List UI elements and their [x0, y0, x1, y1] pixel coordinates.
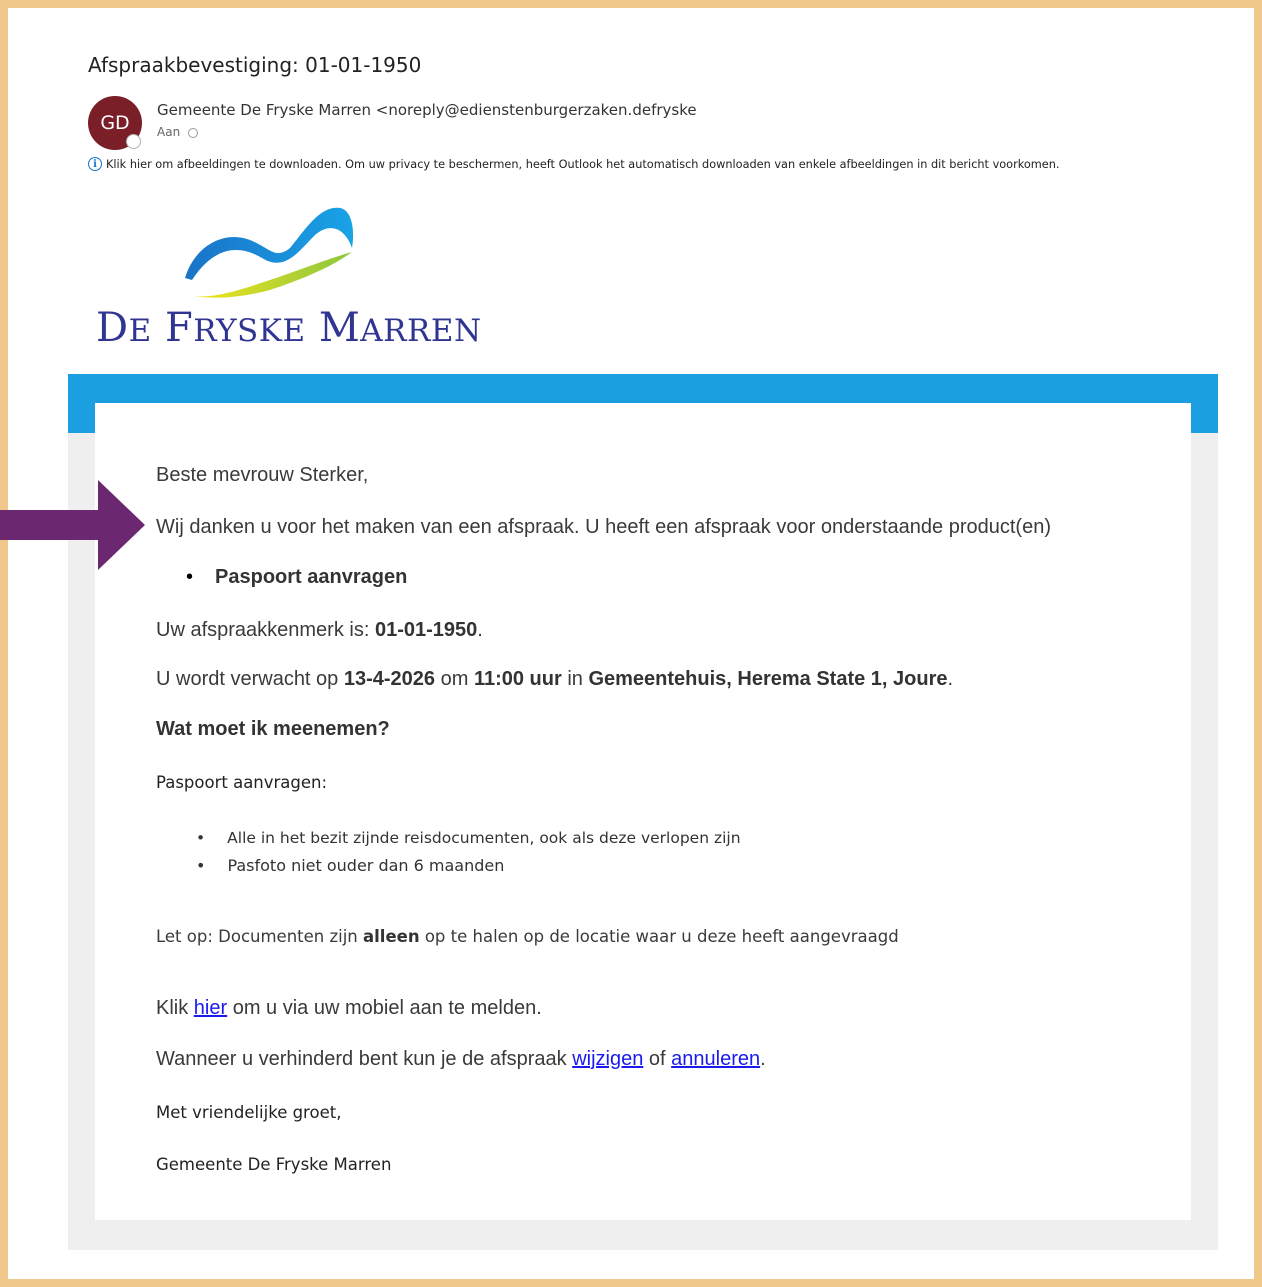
recipient-circle-icon[interactable] — [188, 127, 199, 138]
product-name: Paspoort aanvragen — [215, 566, 408, 588]
bring-subheading: Paspoort aanvragen: — [156, 773, 328, 792]
mobile-text: om u via uw mobiel aan te melden. — [227, 997, 542, 1019]
info-icon: i — [88, 157, 102, 171]
bring-heading-text: Wat moet ik meenemen? — [156, 718, 390, 740]
logo-waves-icon — [185, 207, 354, 298]
purple-arrow-icon — [0, 480, 145, 570]
grey-footer-bar — [68, 1220, 1218, 1250]
bring-item-text: Pasfoto niet ouder dan 6 maanden — [227, 856, 505, 875]
blue-corner-right — [1191, 403, 1218, 433]
logo-wordmark: DE FRYSKE MARREN — [96, 305, 482, 351]
download-images-infobar[interactable]: i Klik hier om afbeeldingen te downloade… — [88, 157, 1060, 171]
logo-letter: E — [128, 313, 152, 349]
change-appointment-link[interactable]: wijzigen — [572, 1048, 643, 1070]
note-text: op te halen op de locatie waar u deze he… — [419, 927, 899, 946]
blue-corner-left — [68, 403, 95, 433]
appointment-line: U wordt verwacht op 13-4-2026 om 11:00 u… — [156, 668, 953, 691]
reference-value: 01-01-1950 — [374, 619, 478, 641]
screenshot-frame — [0, 0, 1262, 1287]
recipient-line: Aan — [157, 125, 199, 139]
avatar-initials: GD — [100, 112, 130, 134]
note-text: Let op: Documenten zijn — [156, 927, 364, 946]
header-blue-bar — [68, 374, 1218, 403]
mobile-checkin-line: Klik hier om u via uw mobiel aan te meld… — [156, 997, 542, 1020]
mobile-text: Klik — [156, 997, 194, 1019]
expected-label: U wordt verwacht op — [156, 668, 344, 690]
appointment-location: Gemeentehuis, Herema State 1, Joure — [588, 668, 948, 690]
email-subject: Afspraakbevestiging: 01-01-1950 — [88, 53, 422, 77]
change-appointment-line: Wanneer u verhinderd bent kun je de afsp… — [156, 1048, 766, 1071]
product-item: • Paspoort aanvragen — [186, 566, 408, 588]
appointment-time: 11:00 uur — [473, 668, 562, 690]
presence-status-icon — [126, 134, 141, 149]
connector-om: om — [435, 668, 474, 690]
bring-item: • Alle in het bezit zijnde reisdocumenten… — [196, 829, 741, 847]
note-emphasis: alleen — [363, 927, 420, 946]
change-text: of — [643, 1048, 672, 1070]
bring-item-text: Alle in het bezit zijnde reisdocumenten,… — [227, 829, 741, 847]
reference-label: Uw afspraakkenmerk is: — [156, 619, 375, 641]
greeting: Beste mevrouw Sterker, — [156, 464, 369, 486]
punctuation: . — [477, 619, 483, 641]
closing: Met vriendelijke groet, — [156, 1103, 342, 1122]
change-text: Wanneer u verhinderd bent kun je de afsp… — [156, 1048, 573, 1070]
signature: Gemeente De Fryske Marren — [156, 1155, 392, 1174]
infobar-text: Klik hier om afbeeldingen te downloaden.… — [106, 157, 1060, 171]
mobile-checkin-link[interactable]: hier — [194, 997, 227, 1019]
logo-letter: RYSKE — [193, 313, 306, 349]
logo-letter: ARREN — [360, 313, 482, 349]
grey-side-right — [1191, 433, 1218, 1220]
appointment-date: 13-4-2026 — [343, 668, 436, 690]
punctuation: . — [947, 668, 954, 690]
punctuation: . — [760, 1048, 766, 1070]
bring-item: • Pasfoto niet ouder dan 6 maanden — [196, 856, 505, 875]
logo-letter: D — [96, 305, 129, 351]
pickup-note: Let op: Documenten zijn alleen op te hal… — [156, 927, 899, 946]
sender-address[interactable]: Gemeente De Fryske Marren <noreply@edien… — [157, 101, 697, 119]
thanks-text: Wij danken u voor het maken van een afsp… — [156, 516, 1051, 538]
connector-in: in — [561, 668, 589, 690]
cancel-appointment-link[interactable]: annuleren — [671, 1048, 760, 1070]
to-label: Aan — [157, 125, 181, 139]
logo-letter: F — [164, 305, 194, 351]
reference-line: Uw afspraakkenmerk is: 01-01-1950. — [156, 619, 483, 642]
logo-letter: M — [318, 305, 361, 351]
bring-heading: Wat moet ik meenemen? — [156, 718, 390, 741]
